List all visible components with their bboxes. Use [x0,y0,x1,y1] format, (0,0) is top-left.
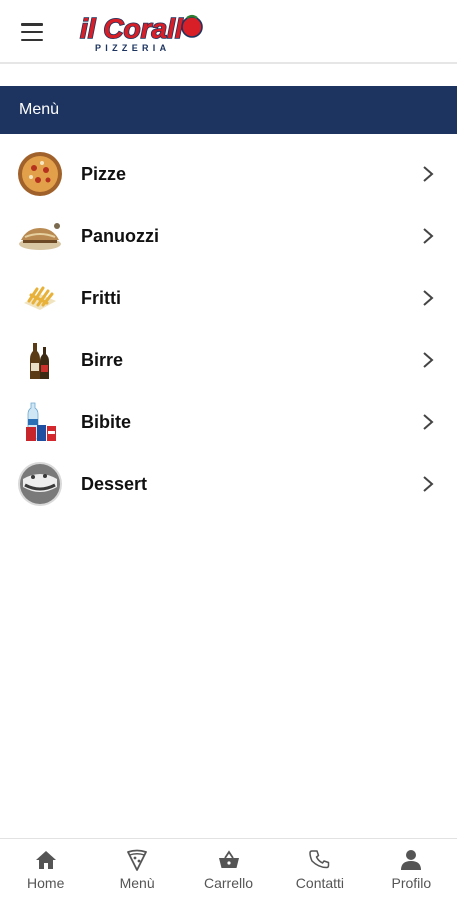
menu-item-label: Birre [81,349,124,370]
nav-profile[interactable]: Profilo [366,839,457,900]
nav-home[interactable]: Home [0,839,91,900]
nav-cart[interactable]: Carrello [183,839,274,900]
svg-text:PIZZERIA: PIZZERIA [95,43,170,53]
drinks-icon [17,399,63,445]
svg-text:il Corall: il Corall [80,13,184,44]
menu-item-label: Dessert [81,473,148,494]
menu-item-bibite[interactable]: Bibite [0,391,457,453]
chevron-right-icon [423,228,434,244]
basket-icon [217,848,241,872]
nav-menu[interactable]: Menù [91,839,182,900]
user-icon [399,848,423,872]
home-icon [34,848,58,872]
pizza-icon [17,151,63,197]
panuozzo-icon [17,213,63,259]
nav-contacts[interactable]: Contatti [274,839,365,900]
menu-item-label: Panuozzi [81,225,160,246]
top-app-bar: il Corall PIZZERIA [0,0,457,64]
bottom-navigation: Home Menù Carrello Contatti Profilo [0,838,457,900]
menu-item-label: Bibite [81,411,132,432]
chevron-right-icon [423,414,434,430]
chevron-right-icon [423,476,434,492]
menu-item-birre[interactable]: Birre [0,329,457,391]
menu-item-label: Pizze [81,163,127,184]
menu-item-panuozzi[interactable]: Panuozzi [0,205,457,267]
chevron-right-icon [423,290,434,306]
section-header: Menù [0,86,457,134]
phone-icon [308,848,332,872]
chevron-right-icon [423,166,434,182]
beer-bottles-icon [17,337,63,383]
nav-menu-label: Menù [119,875,155,891]
dessert-icon [17,461,63,507]
menu-item-dessert[interactable]: Dessert [0,453,457,515]
nav-home-label: Home [27,875,65,891]
nav-contacts-label: Contatti [295,875,345,891]
app-logo[interactable]: il Corall PIZZERIA [78,4,208,56]
pizza-slice-icon [125,848,149,872]
menu-category-list: Pizze Panuozzi Fritti Birre Bibite Desse… [0,143,457,515]
hamburger-menu-icon[interactable] [18,21,46,43]
chevron-right-icon [423,352,434,368]
nav-cart-label: Carrello [204,875,254,891]
menu-item-fritti[interactable]: Fritti [0,267,457,329]
section-title: Menù [19,101,60,118]
menu-item-pizze[interactable]: Pizze [0,143,457,205]
nav-profile-label: Profilo [391,875,432,891]
fries-icon [17,275,63,321]
menu-item-label: Fritti [81,287,121,308]
